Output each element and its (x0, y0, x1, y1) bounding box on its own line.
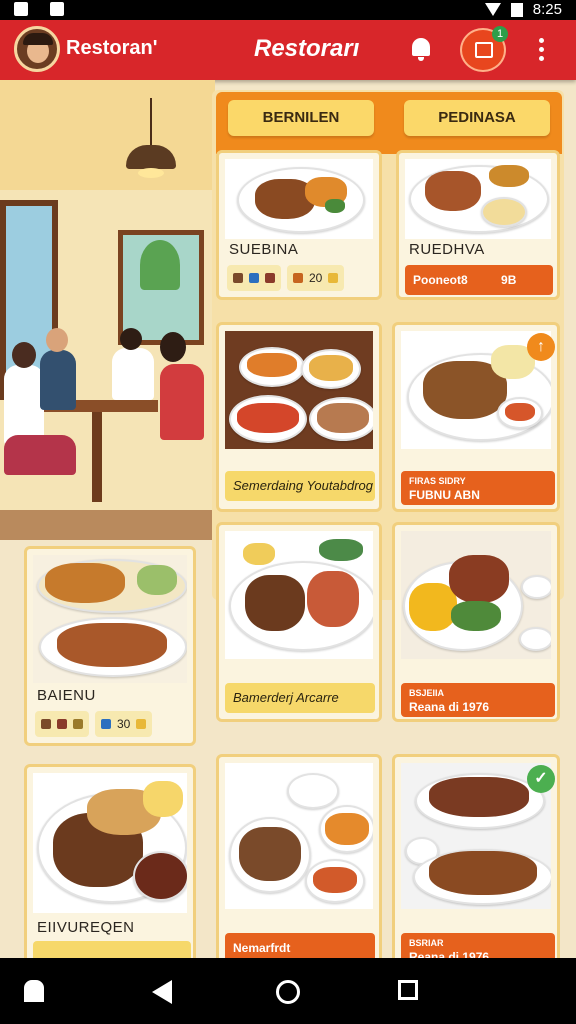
menu-card[interactable]: ✓ BSRIAR Reana di 1976 (392, 754, 560, 964)
arrow-up-icon[interactable]: ↑ (527, 333, 555, 361)
battery-icon (510, 2, 523, 17)
menu-card[interactable]: EIIVUREQEN (24, 764, 196, 964)
notification-badge: 1 (492, 26, 508, 42)
status-right: 8:25 (484, 1, 562, 18)
menu-card[interactable]: ↑ FIRAS SIDRY FUBNU ABN (392, 322, 560, 512)
menu-card[interactable]: Nemarfrdt (216, 754, 382, 964)
wifi-icon (484, 3, 501, 16)
app-bar: Restoran' Restorarı 1 (0, 20, 576, 80)
dish-title: BAIENU (37, 687, 96, 704)
menu-card[interactable]: BAIENU 30 (24, 546, 196, 746)
chart-icon (475, 42, 493, 58)
menu-card[interactable]: Bamerderj Arcarre (216, 522, 382, 722)
app-title-left: Restoran' (66, 37, 158, 59)
chart-button[interactable]: 1 (460, 26, 508, 72)
check-icon[interactable]: ✓ (527, 765, 555, 793)
recents-icon[interactable] (398, 980, 418, 1000)
more-vert-icon[interactable] (534, 38, 548, 64)
menu-card[interactable]: Semerdaing Youtabdrog (216, 322, 382, 512)
notification-icons (14, 2, 64, 16)
tab-pedinasa[interactable]: PEDINASA (404, 100, 550, 136)
tab-bar: BERNILEN PEDINASA (216, 92, 562, 154)
dish-info-strip: BSJEIIA Reana di 1976 (401, 683, 555, 717)
bell-icon[interactable] (410, 36, 432, 62)
dish-title: RUEDHVA (409, 241, 485, 258)
home-icon[interactable] (276, 980, 300, 1004)
menu-card[interactable]: BSJEIIA Reana di 1976 (392, 522, 560, 722)
avatar[interactable] (14, 26, 60, 72)
dish-info-strip: Semerdaing Youtabdrog (225, 471, 375, 501)
dish-info-strip: FIRAS SIDRY FUBNU ABN (401, 471, 555, 505)
restaurant-illustration (0, 80, 215, 540)
back-icon[interactable] (152, 980, 172, 1004)
app-drawer-icon[interactable] (24, 980, 44, 1002)
menu-card[interactable]: SUEBINA 20 (216, 150, 382, 300)
rating-pill: 30 (95, 711, 153, 737)
tag-pill (227, 265, 281, 291)
dish-info-strip: Pooneot8 9B (405, 265, 553, 295)
menu-card[interactable]: RUEDHVA Pooneot8 9B (396, 150, 560, 300)
status-bar: 8:25 (0, 0, 576, 20)
dish-title: EIIVUREQEN (37, 919, 135, 936)
tag-pill (35, 711, 89, 737)
dish-info-strip: Bamerderj Arcarre (225, 683, 375, 713)
tab-bernilen[interactable]: BERNILEN (228, 100, 374, 136)
dish-title: SUEBINA (229, 241, 299, 258)
rating-pill: 20 (287, 265, 345, 291)
system-nav-bar (0, 958, 576, 1024)
app-title: Restorarı (254, 35, 360, 62)
clock: 8:25 (532, 1, 562, 18)
